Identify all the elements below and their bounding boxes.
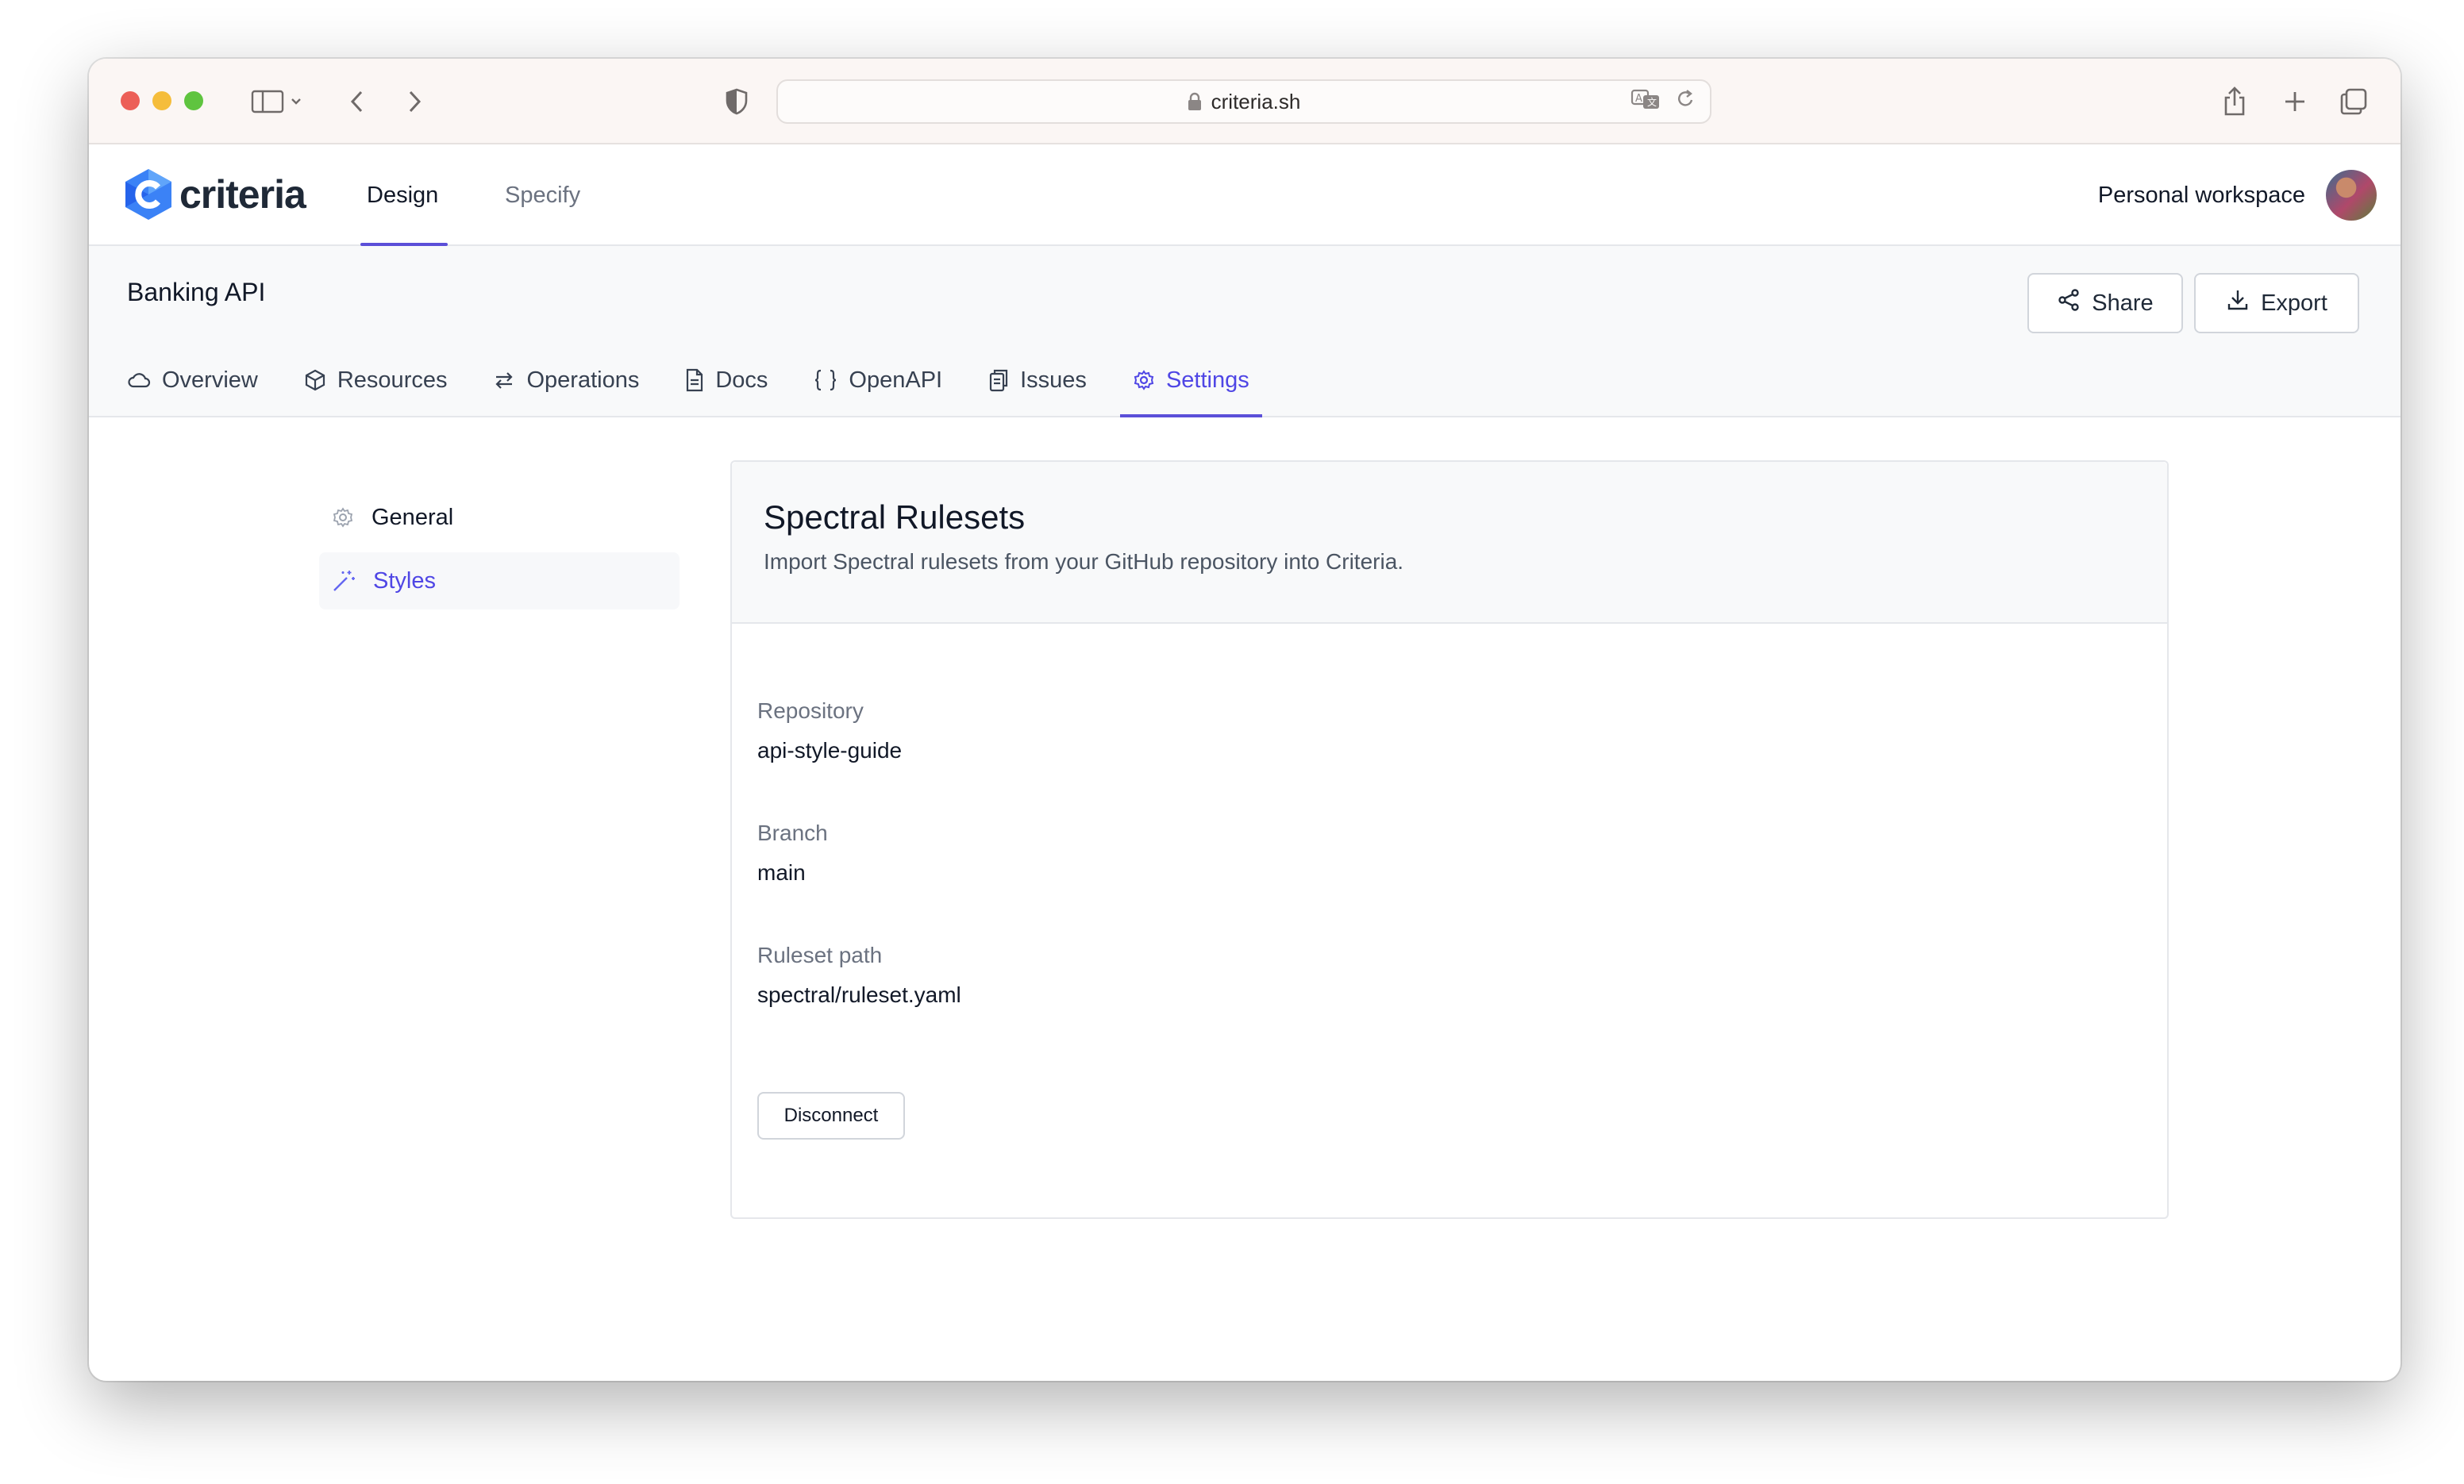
settings-item-general[interactable]: General — [319, 489, 680, 546]
share-page-icon[interactable] — [2216, 79, 2253, 124]
cloud-icon — [127, 370, 151, 390]
nav-design-label: Design — [367, 182, 439, 208]
url-text: criteria.sh — [1211, 89, 1301, 113]
settings-item-styles[interactable]: Styles — [319, 552, 680, 609]
workspace-label: Personal workspace — [2097, 182, 2305, 208]
tab-settings-underline — [1119, 414, 1262, 417]
privacy-shield-icon[interactable] — [721, 79, 753, 124]
tab-operations-label: Operations — [526, 367, 640, 393]
reload-icon[interactable] — [1675, 88, 1696, 116]
workspace-switcher[interactable]: Personal workspace — [2098, 144, 2305, 246]
tab-issues[interactable]: Issues — [988, 348, 1087, 417]
arrows-icon — [493, 369, 515, 391]
tab-docs-label: Docs — [715, 367, 768, 393]
settings-item-styles-label: Styles — [373, 567, 436, 594]
repository-field: Repository api-style-guide — [757, 698, 902, 763]
tab-settings-label: Settings — [1165, 367, 1249, 393]
branch-label: Branch — [757, 821, 828, 845]
share-button[interactable]: Share — [2027, 273, 2183, 333]
browser-window: criteria.sh A文 criteria Design Specify P… — [89, 59, 2400, 1381]
tab-overview-label: Overview — [162, 367, 258, 393]
ruleset-path-field: Ruleset path spectral/ruleset.yaml — [757, 943, 961, 1008]
disconnect-button[interactable]: Disconnect — [757, 1092, 905, 1140]
branch-value: main — [757, 860, 806, 885]
gear-icon — [332, 506, 354, 529]
new-tab-icon[interactable] — [2277, 79, 2313, 124]
download-icon — [2226, 288, 2250, 318]
card-subtitle: Import Spectral rulesets from your GitHu… — [764, 549, 1404, 574]
card-title: Spectral Rulesets — [764, 498, 1026, 536]
tab-settings[interactable]: Settings — [1119, 348, 1262, 417]
nav-design[interactable]: Design — [367, 144, 438, 246]
project-header: Banking API Share Export Overview Resour… — [89, 246, 2400, 417]
close-window-button[interactable] — [121, 91, 140, 110]
gear-icon — [1133, 369, 1155, 391]
avatar[interactable] — [2326, 170, 2377, 221]
export-button[interactable]: Export — [2194, 273, 2359, 333]
branch-field: Branch main — [757, 821, 828, 886]
document-icon — [685, 368, 704, 392]
criteria-logo-icon — [125, 169, 171, 220]
criteria-logo[interactable]: criteria — [122, 167, 306, 222]
tab-openapi[interactable]: OpenAPI — [814, 348, 942, 417]
back-icon[interactable] — [341, 79, 373, 124]
export-label: Export — [2261, 290, 2327, 316]
minimize-window-button[interactable] — [152, 91, 171, 110]
clipboard-icon — [988, 368, 1009, 392]
sidebar-toggle-icon[interactable] — [244, 79, 308, 124]
card-header: Spectral Rulesets Import Spectral rulese… — [732, 462, 2167, 624]
nav-specify-label: Specify — [505, 182, 581, 208]
settings-menu: General Styles — [319, 489, 680, 616]
tab-issues-label: Issues — [1020, 367, 1087, 393]
spectral-rulesets-card: Spectral Rulesets Import Spectral rulese… — [730, 460, 2169, 1219]
tab-operations[interactable]: Operations — [493, 348, 639, 417]
tab-docs[interactable]: Docs — [685, 348, 768, 417]
tab-overview[interactable]: Overview — [127, 348, 258, 417]
project-title: Banking API — [127, 278, 266, 306]
tab-openapi-label: OpenAPI — [849, 367, 943, 393]
braces-icon — [814, 369, 837, 391]
translate-icon[interactable]: A文 — [1630, 88, 1661, 116]
nav-specify[interactable]: Specify — [505, 144, 580, 246]
magic-wand-icon — [332, 569, 356, 593]
ruleset-path-label: Ruleset path — [757, 943, 883, 967]
brand-name: criteria — [179, 172, 306, 217]
svg-text:A: A — [1635, 93, 1642, 105]
address-bar[interactable]: criteria.sh A文 — [776, 79, 1711, 124]
tab-overview-icon[interactable] — [2335, 79, 2372, 124]
repository-value: api-style-guide — [757, 738, 903, 763]
zoom-window-button[interactable] — [184, 91, 203, 110]
share-label: Share — [2092, 290, 2154, 316]
settings-item-general-label: General — [372, 504, 454, 530]
browser-toolbar: criteria.sh A文 — [89, 59, 2400, 144]
cube-icon — [304, 369, 326, 391]
lock-icon — [1188, 92, 1202, 111]
ruleset-path-value: spectral/ruleset.yaml — [757, 982, 961, 1007]
tab-resources[interactable]: Resources — [304, 348, 448, 417]
svg-text:文: 文 — [1647, 96, 1657, 108]
share-icon — [2057, 288, 2081, 318]
repository-label: Repository — [757, 698, 864, 723]
app-header: criteria Design Specify Personal workspa… — [89, 144, 2400, 246]
forward-icon[interactable] — [398, 79, 430, 124]
tab-resources-label: Resources — [337, 367, 448, 393]
project-tabs: Overview Resources Operations Docs OpenA… — [127, 348, 1296, 417]
